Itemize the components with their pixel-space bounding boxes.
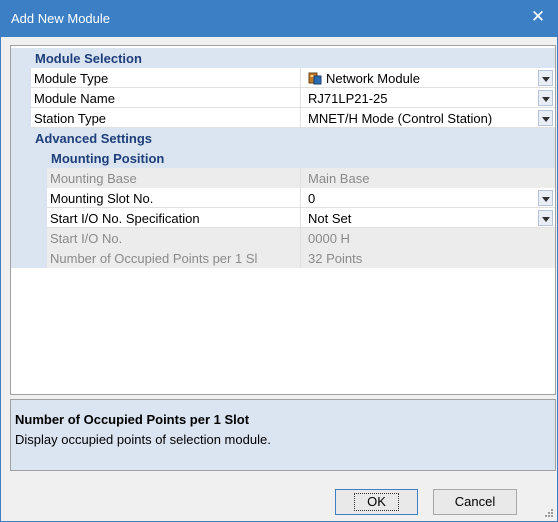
mounting-base-label: Mounting Base (47, 168, 301, 188)
row-gutter (31, 248, 47, 268)
ok-button[interactable]: OK (335, 489, 418, 515)
start-io-value: 0000 H (301, 228, 555, 248)
category-label: Module Selection (35, 51, 142, 66)
row-gutter (11, 68, 31, 88)
row-occupied-points[interactable]: Number of Occupied Points per 1 Sl 32 Po… (11, 248, 555, 268)
mounting-slot-value[interactable]: 0 (301, 188, 555, 208)
category-module-selection[interactable]: Module Selection (11, 48, 555, 68)
row-gutter (31, 228, 47, 248)
station-type-label: Station Type (31, 108, 301, 128)
row-module-type[interactable]: Module Type Network Module (11, 68, 555, 88)
module-name-label: Module Name (31, 88, 301, 108)
add-new-module-dialog: Add New Module ✕ Module Selection Module… (0, 0, 558, 522)
row-mounting-slot[interactable]: Mounting Slot No. 0 (11, 188, 555, 208)
category-label: Advanced Settings (35, 131, 153, 146)
description-panel: Number of Occupied Points per 1 Slot Dis… (10, 399, 556, 471)
row-gutter (11, 108, 31, 128)
resize-grip-icon[interactable] (544, 508, 554, 518)
title-bar: Add New Module ✕ (1, 1, 557, 37)
row-start-io[interactable]: Start I/O No. 0000 H (11, 228, 555, 248)
category-label: Mounting Position (51, 151, 165, 166)
station-type-value[interactable]: MNET/H Mode (Control Station) (301, 108, 555, 128)
module-type-text: Network Module (326, 71, 420, 86)
mounting-slot-label: Mounting Slot No. (47, 188, 301, 208)
start-io-label: Start I/O No. (47, 228, 301, 248)
row-gutter (11, 208, 31, 228)
mounting-slot-text: 0 (308, 191, 316, 206)
start-io-spec-text: Not Set (308, 211, 352, 226)
chevron-down-icon[interactable] (538, 70, 553, 86)
chevron-down-icon[interactable] (538, 110, 553, 126)
network-module-icon (308, 72, 322, 85)
start-io-spec-value[interactable]: Not Set (301, 208, 555, 228)
row-station-type[interactable]: Station Type MNET/H Mode (Control Statio… (11, 108, 555, 128)
row-gutter (11, 168, 31, 188)
dialog-title: Add New Module (11, 11, 110, 26)
station-type-text: MNET/H Mode (Control Station) (308, 111, 493, 126)
row-gutter (11, 248, 31, 268)
property-grid: Module Selection Module Type Network Mod… (10, 45, 556, 395)
row-gutter (11, 88, 31, 108)
occupied-points-value: 32 Points (301, 248, 555, 268)
module-type-value[interactable]: Network Module (301, 68, 555, 88)
category-advanced-settings[interactable]: Advanced Settings (11, 128, 555, 148)
ok-button-label: OK (354, 493, 399, 511)
close-icon[interactable]: ✕ (529, 8, 547, 26)
occupied-points-label: Number of Occupied Points per 1 Sl (47, 248, 301, 268)
description-title: Number of Occupied Points per 1 Slot (15, 412, 250, 427)
cancel-button[interactable]: Cancel (433, 489, 517, 515)
mounting-base-value: Main Base (301, 168, 555, 188)
row-start-io-spec[interactable]: Start I/O No. Specification Not Set (11, 208, 555, 228)
module-type-label: Module Type (31, 68, 301, 88)
chevron-down-icon[interactable] (538, 190, 553, 206)
row-module-name[interactable]: Module Name RJ71LP21-25 (11, 88, 555, 108)
chevron-down-icon[interactable] (538, 210, 553, 226)
description-text: Display occupied points of selection mod… (15, 432, 271, 447)
row-mounting-base[interactable]: Mounting Base Main Base (11, 168, 555, 188)
start-io-spec-label: Start I/O No. Specification (47, 208, 301, 228)
chevron-down-icon[interactable] (538, 90, 553, 106)
row-gutter (31, 188, 47, 208)
module-name-text: RJ71LP21-25 (308, 91, 388, 106)
row-gutter (31, 208, 47, 228)
category-mounting-position[interactable]: Mounting Position (11, 148, 555, 168)
row-gutter (31, 168, 47, 188)
module-name-value[interactable]: RJ71LP21-25 (301, 88, 555, 108)
row-gutter (11, 228, 31, 248)
row-gutter (11, 188, 31, 208)
